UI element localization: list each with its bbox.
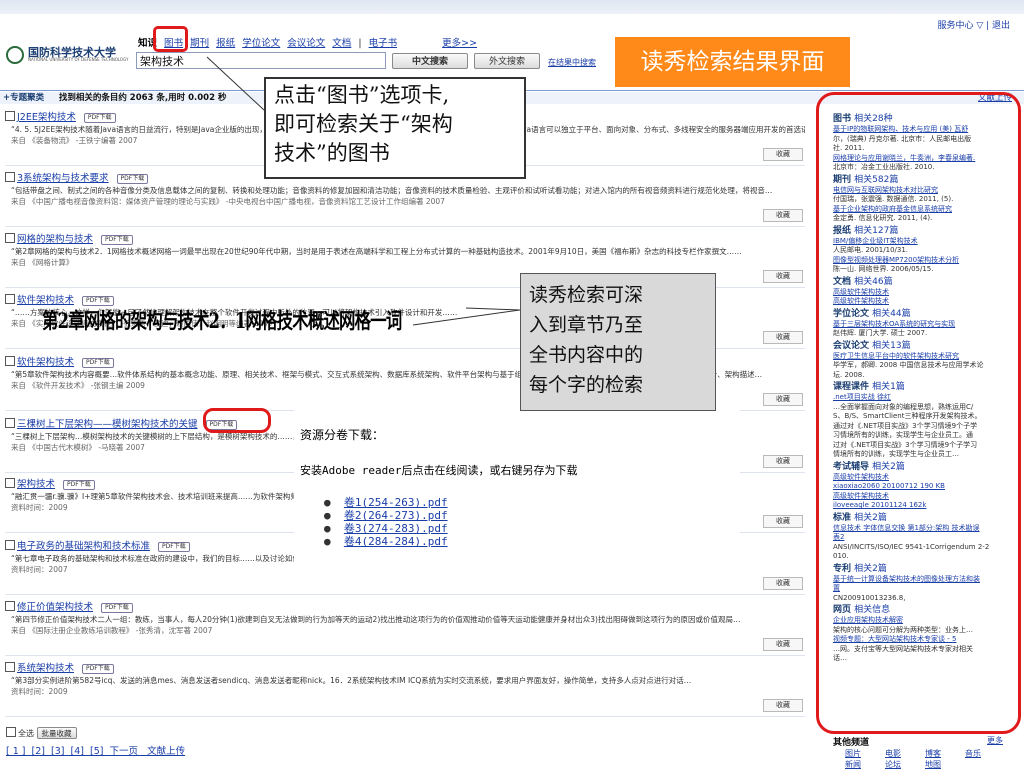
bottom-select: 全选 批量收藏	[6, 727, 77, 739]
pointer-line-3	[465, 307, 521, 311]
pager[interactable]: [ 1 ] [2] [3] [4] [5] 下一页 文献上传	[6, 743, 185, 757]
channel-link[interactable]: 电影	[885, 748, 925, 759]
channel-link[interactable]: 论坛	[885, 759, 925, 770]
other-channels-more[interactable]: 更多	[987, 735, 1003, 746]
pointer-line-1	[206, 56, 265, 111]
pointer-line-2	[412, 309, 521, 326]
channel-link[interactable]: 地图	[925, 759, 965, 770]
channel-link[interactable]: 音乐	[965, 748, 1005, 759]
select-all-checkbox[interactable]	[6, 727, 16, 737]
select-all-label: 全选	[18, 729, 34, 738]
channel-link[interactable]: 博客	[925, 748, 965, 759]
callout-deep-search: 读秀检索可深 入到章节乃至 全书内容中的 每个字的检索	[520, 273, 716, 411]
batch-collect-button[interactable]: 批量收藏	[36, 727, 77, 739]
callout2-line2: 入到章节乃至	[529, 314, 644, 336]
channel-link[interactable]: 新闻	[845, 759, 885, 770]
pdf-download-highlight	[203, 408, 271, 433]
callout2-line1: 读秀检索可深	[529, 284, 644, 306]
callout2-line4: 每个字的检索	[529, 374, 644, 396]
channel-link[interactable]: 图片	[845, 748, 885, 759]
channel-links: 图片 电影 博客 音乐新闻 论坛 地图	[845, 748, 1013, 770]
other-channels-title: 其他频道	[833, 738, 870, 748]
callout2-line3: 全书内容中的	[529, 344, 644, 366]
other-channels: 其他频道 更多 图片 电影 博客 音乐新闻 论坛 地图	[833, 735, 1013, 770]
sidebar-highlight	[816, 92, 1021, 734]
